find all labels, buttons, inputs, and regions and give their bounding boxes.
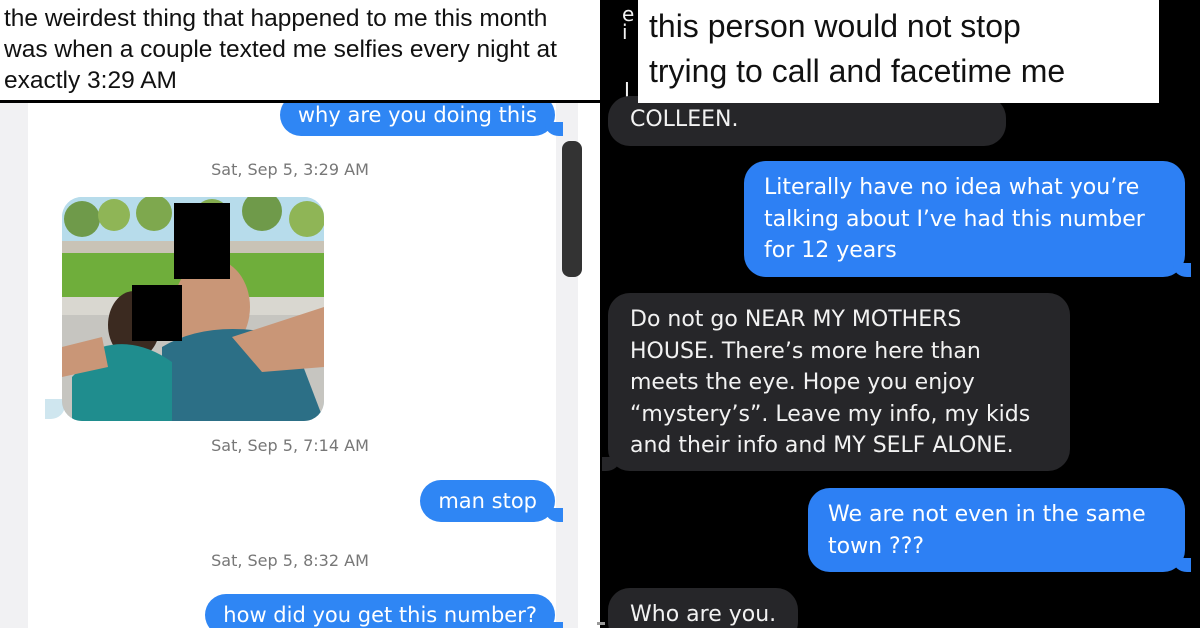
message-line: Literally have no idea what you’re — [764, 175, 1140, 200]
selfie-image-icon — [62, 197, 324, 421]
message-line: and their info and MY SELF ALONE. — [630, 433, 1014, 458]
message-bubble-incoming[interactable]: COLLEEN. — [608, 96, 1006, 146]
bubble-tail — [1173, 263, 1191, 277]
message-timestamp: Sat, Sep 5, 3:29 AM — [211, 160, 369, 179]
selfie-photo[interactable] — [62, 197, 324, 421]
left-chat-area: why are you doing this Sat, Sep 5, 3:29 … — [0, 103, 600, 628]
caption-line: exactly 3:29 AM — [4, 67, 177, 94]
message-bubble-incoming[interactable]: Do not go NEAR MY MOTHERS HOUSE. There’s… — [602, 293, 1070, 471]
cut-off-text: i — [622, 20, 628, 44]
message-bubble-outgoing[interactable]: why are you doing this — [279, 103, 564, 136]
left-caption: the weirdest thing that happened to me t… — [0, 0, 600, 103]
caption-line: the weirdest thing that happened to me t… — [4, 5, 548, 32]
message-line: for 12 years — [764, 238, 897, 263]
message-bubble-outgoing[interactable]: Literally have no idea what you’re talki… — [744, 161, 1191, 277]
panel-divider — [597, 622, 605, 625]
message-timestamp: Sat, Sep 5, 8:32 AM — [211, 551, 369, 570]
message-line: meets the eye. Hope you enjoy — [630, 370, 975, 395]
left-screenshot-panel: the weirdest thing that happened to me t… — [0, 0, 600, 628]
caption-line: was when a couple texted me selfies ever… — [4, 36, 557, 63]
message-line: talking about I’ve had this number — [764, 206, 1145, 232]
message-line: town ??? — [828, 533, 925, 559]
right-caption: this person would not stop trying to cal… — [638, 0, 1159, 103]
message-text: why are you doing this — [297, 103, 537, 127]
bubble-tail — [602, 457, 620, 471]
message-line: Do not go NEAR MY MOTHERS — [630, 307, 962, 332]
message-bubble-outgoing[interactable]: how did you get this number? — [205, 594, 563, 628]
message-line: “mystery’s”. Leave my info, my kids — [630, 401, 1031, 427]
caption-line: this person would not stop — [649, 8, 1021, 44]
scrollbar-thumb[interactable] — [562, 141, 582, 277]
message-text: man stop — [438, 489, 537, 513]
bubble-tail — [1173, 558, 1191, 572]
right-screenshot-panel: e i I COLLEEN. this person would not sto… — [600, 0, 1200, 628]
message-text: Who are you. — [630, 602, 777, 627]
message-bubble-outgoing[interactable]: We are not even in the same town ??? — [808, 488, 1191, 572]
caption-line: trying to call and facetime me — [649, 53, 1066, 89]
message-text: COLLEEN. — [630, 107, 739, 132]
message-line: We are not even in the same — [828, 502, 1146, 527]
message-bubble-outgoing[interactable]: man stop — [420, 480, 563, 522]
message-text: how did you get this number? — [223, 603, 537, 627]
message-line: HOUSE. There’s more here than — [630, 338, 981, 364]
message-timestamp: Sat, Sep 5, 7:14 AM — [211, 436, 369, 455]
message-bubble-incoming[interactable]: Who are you. — [608, 588, 798, 628]
